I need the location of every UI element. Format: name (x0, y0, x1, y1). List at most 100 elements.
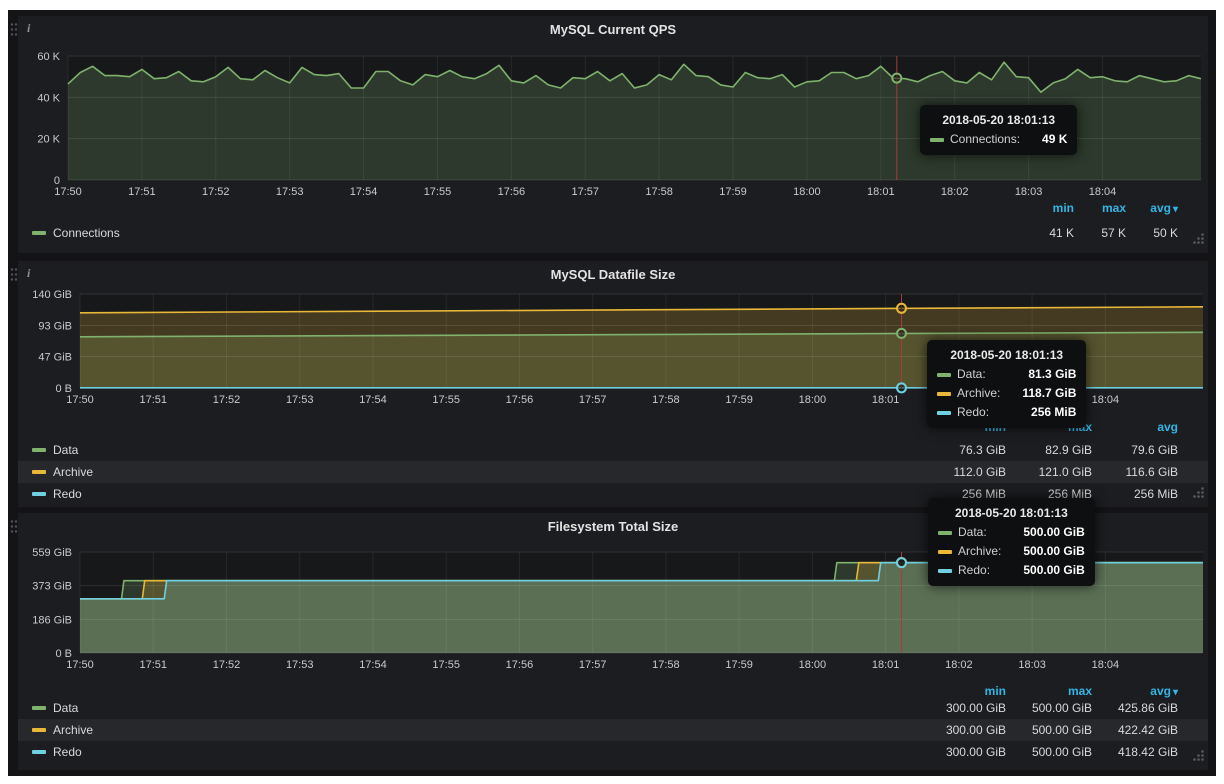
legend-avg-value: 116.6 GiB (1092, 465, 1178, 479)
tooltip-series-label: Data: (958, 523, 987, 542)
legend-row-connections: Connections 41 K 57 K 50 K (18, 222, 1208, 244)
datafile-tooltip: 2018-05-20 18:01:13 Data: 81.3 GiB Archi… (927, 340, 1086, 428)
legend-series-redo[interactable]: Redo (32, 745, 920, 759)
legend-min-value: 300.00 GiB (920, 745, 1006, 759)
panel-title[interactable]: MySQL Current QPS (18, 22, 1208, 37)
y-axis-label: 47 GiB (38, 351, 72, 363)
legend-series-data[interactable]: Data (32, 443, 920, 457)
series-dash-icon (938, 550, 952, 554)
legend-avg-value: 422.42 GiB (1092, 723, 1178, 737)
panel-resize-grip-icon[interactable] (1192, 232, 1205, 250)
legend-header-max[interactable]: max (1006, 684, 1092, 698)
x-axis-label: 17:54 (359, 659, 387, 671)
legend-series-label: Data (53, 443, 78, 457)
x-axis-label: 17:56 (498, 186, 526, 198)
crosshair-marker-icon (897, 329, 906, 338)
y-axis-label: 140 GiB (32, 289, 72, 301)
legend-series-label: Archive (53, 723, 93, 737)
x-axis-label: 17:51 (139, 394, 167, 406)
series-dash-icon (32, 470, 46, 474)
tooltip-series-label: Archive: (957, 384, 1000, 403)
tooltip-series-label: Redo: (958, 561, 990, 580)
x-axis-label: 17:56 (506, 659, 534, 671)
crosshair-marker-icon (897, 383, 906, 392)
x-axis-label: 17:54 (350, 186, 378, 198)
legend-series-data[interactable]: Data (32, 701, 920, 715)
panel-drag-handle-icon[interactable] (10, 22, 18, 42)
x-axis-label: 17:53 (286, 659, 314, 671)
legend-min-value: 300.00 GiB (920, 723, 1006, 737)
x-axis-label: 17:53 (286, 394, 314, 406)
x-axis-label: 17:53 (276, 186, 304, 198)
tooltip-value: 500.00 GiB (1007, 523, 1084, 542)
legend-series-label: Data (53, 701, 78, 715)
x-axis-label: 18:01 (872, 659, 900, 671)
series-dash-icon (32, 448, 46, 452)
x-axis-label: 18:04 (1092, 394, 1120, 406)
legend-series-connections[interactable]: Connections (32, 226, 1022, 240)
legend-row-archive: Archive 112.0 GiB 121.0 GiB 116.6 GiB (18, 461, 1208, 483)
panel-resize-grip-icon[interactable] (1192, 749, 1205, 767)
tooltip-value: 500.00 GiB (1007, 561, 1084, 580)
series-dash-icon (32, 706, 46, 710)
x-axis-label: 17:58 (645, 186, 673, 198)
legend-header-avg[interactable]: avg (1092, 420, 1178, 434)
legend-header-min[interactable]: min (1022, 201, 1074, 215)
series-dash-icon (937, 411, 951, 415)
legend-series-label: Connections (53, 226, 120, 240)
grafana-dashboard-page: { "colors": { "crosshair": "#a83c38", "l… (0, 0, 1224, 784)
legend-min-value: 112.0 GiB (920, 465, 1006, 479)
legend-avg-value: 425.86 GiB (1092, 701, 1178, 715)
tooltip-row: Archive: 500.00 GiB (938, 542, 1085, 561)
series-dash-icon (930, 138, 944, 142)
tooltip-value: 256 MiB (1015, 403, 1076, 422)
legend-max-value: 121.0 GiB (1006, 465, 1092, 479)
y-axis-label: 373 GiB (32, 581, 72, 593)
panel-title[interactable]: MySQL Datafile Size (18, 267, 1208, 282)
legend-series-label: Redo (53, 487, 82, 501)
legend-header-avg[interactable]: avg▾ (1092, 684, 1178, 698)
panel-drag-handle-icon[interactable] (10, 519, 18, 539)
x-axis-label: 17:55 (432, 394, 460, 406)
x-axis-label: 17:50 (66, 394, 94, 406)
legend-series-archive[interactable]: Archive (32, 723, 920, 737)
x-axis-label: 17:58 (652, 659, 680, 671)
x-axis-label: 18:00 (793, 186, 821, 198)
tooltip-row: Data: 81.3 GiB (937, 365, 1076, 384)
panel-resize-grip-icon[interactable] (1192, 486, 1205, 504)
legend-row-data: Data 300.00 GiB 500.00 GiB 425.86 GiB (18, 697, 1208, 719)
series-dash-icon (32, 728, 46, 732)
legend-series-label: Archive (53, 465, 93, 479)
x-axis-label: 18:00 (799, 659, 827, 671)
tooltip-timestamp: 2018-05-20 18:01:13 (938, 504, 1085, 523)
panel-drag-handle-icon[interactable] (10, 267, 18, 287)
x-axis-label: 17:59 (725, 394, 753, 406)
tooltip-value: 500.00 GiB (1007, 542, 1084, 561)
tooltip-row: Archive: 118.7 GiB (937, 384, 1076, 403)
x-axis-label: 17:57 (579, 394, 607, 406)
tooltip-row: Connections: 49 K (930, 130, 1067, 149)
y-axis-label: 186 GiB (32, 614, 72, 626)
series-dash-icon (32, 750, 46, 754)
x-axis-label: 18:04 (1092, 659, 1120, 671)
legend-series-archive[interactable]: Archive (32, 465, 920, 479)
x-axis-label: 17:56 (506, 394, 534, 406)
legend-header-min[interactable]: min (920, 684, 1006, 698)
legend-row-redo: Redo 300.00 GiB 500.00 GiB 418.42 GiB (18, 741, 1208, 763)
y-axis-label: 20 K (37, 134, 60, 146)
x-axis-label: 18:01 (872, 394, 900, 406)
legend-max-value: 500.00 GiB (1006, 745, 1092, 759)
tooltip-value: 49 K (1026, 130, 1067, 149)
series-dash-icon (937, 392, 951, 396)
legend-max-value: 57 K (1074, 226, 1126, 240)
dashboard: i MySQL Current QPS 020 K40 K60 K17:5017… (8, 10, 1216, 776)
series-dash-icon (32, 231, 46, 235)
legend-header-max[interactable]: max (1074, 201, 1126, 215)
x-axis-label: 18:01 (867, 186, 895, 198)
legend-header-avg[interactable]: avg▾ (1126, 201, 1178, 215)
x-axis-label: 17:52 (202, 186, 230, 198)
x-axis-label: 17:59 (719, 186, 747, 198)
legend-series-redo[interactable]: Redo (32, 487, 920, 501)
x-axis-label: 18:04 (1089, 186, 1117, 198)
x-axis-label: 18:02 (941, 186, 969, 198)
